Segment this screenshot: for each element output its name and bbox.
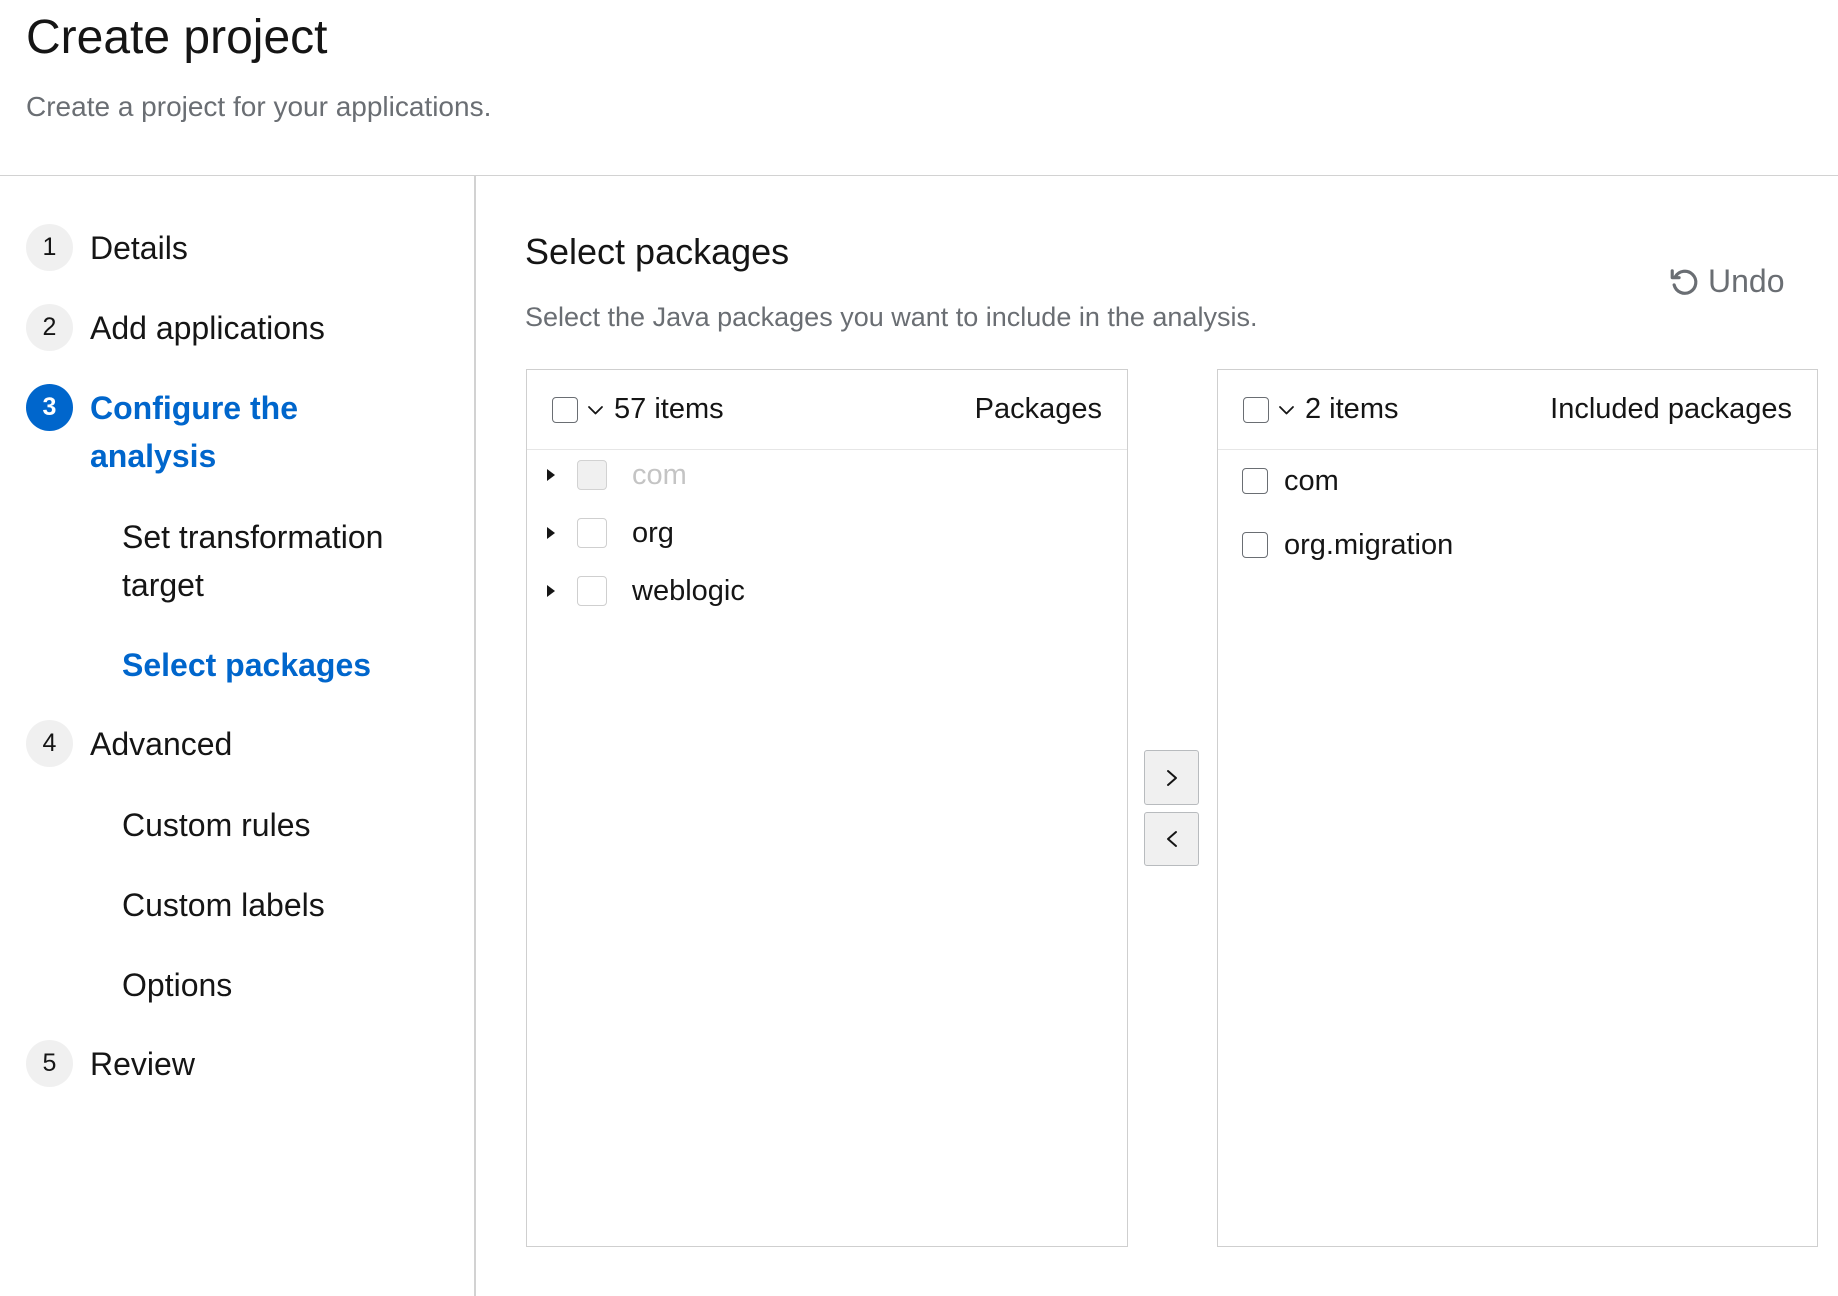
substep-label: Custom labels [122,887,325,923]
wizard-substep-set-transformation-target[interactable]: Set transformation target [0,513,470,609]
step-label: Details [90,230,188,266]
wizard-substep-options[interactable]: Options [0,961,470,1009]
included-count: 2 items [1305,393,1399,425]
angle-left-icon [1165,829,1179,849]
wizard-substep-custom-labels[interactable]: Custom labels [0,881,470,929]
section-title: Select packages [525,231,790,272]
page-title: Create project [26,11,328,64]
page-header: Create project Create a project for your… [0,0,1838,176]
available-count: 57 items [614,393,724,425]
caret-right-icon[interactable] [546,584,556,598]
caret-right-icon[interactable] [546,468,556,482]
undo-button[interactable]: Undo [1667,259,1785,303]
page-subtitle: Create a project for your applications. [26,91,492,122]
angle-right-icon [1165,768,1179,788]
caret-right-icon[interactable] [546,526,556,540]
step-label: Add applications [90,310,325,346]
step-label: Review [90,1046,195,1082]
list-item[interactable]: org.migration [1218,520,1817,570]
undo-label: Undo [1708,262,1785,299]
select-all-included-checkbox[interactable] [1243,396,1269,423]
step-number-badge: 3 [26,384,73,431]
step-number-badge: 5 [26,1040,73,1087]
chevron-down-icon[interactable] [587,404,604,416]
list-item-label: com [1284,464,1339,497]
included-pane-title: Included packages [1550,393,1792,425]
wizard-step-review[interactable]: 5 Review [0,1040,470,1088]
tree-item-checkbox [577,460,607,490]
step-label: Configure the analysis [90,390,298,474]
substep-label: Custom rules [122,807,311,843]
step-number-badge: 2 [26,304,73,351]
included-packages-pane: 2 items Included packages com org.migrat… [1217,369,1818,1247]
wizard-substep-select-packages[interactable]: Select packages [0,641,470,689]
section-description: Select the Java packages you want to inc… [525,302,1258,332]
list-item-checkbox[interactable] [1242,532,1268,558]
wizard-step-configure-analysis[interactable]: 3 Configure the analysis [0,384,470,480]
list-item-checkbox[interactable] [1242,468,1268,494]
tree-item-checkbox[interactable] [577,518,607,548]
wizard-step-details[interactable]: 1 Details [0,224,470,272]
substep-label: Options [122,967,233,1003]
tree-item-checkbox[interactable] [577,576,607,606]
remove-selected-button[interactable] [1144,812,1199,866]
tree-item-label: com [632,458,687,491]
wizard-step-advanced[interactable]: 4 Advanced [0,720,470,768]
select-all-available-checkbox[interactable] [552,396,578,423]
tree-item[interactable]: weblogic [527,566,1127,616]
substep-label: Select packages [122,647,372,683]
step-number-badge: 4 [26,720,73,767]
undo-icon [1667,265,1700,298]
available-packages-pane: 57 items Packages com org weblogic [526,369,1128,1247]
wizard-step-add-applications[interactable]: 2 Add applications [0,304,470,352]
tree-item: com [527,450,1127,500]
add-selected-button[interactable] [1144,750,1199,805]
tree-item-label: weblogic [632,574,745,607]
available-pane-title: Packages [974,393,1102,425]
wizard-nav: 1 Details 2 Add applications 3 Configure… [0,176,476,1296]
list-item-label: org.migration [1284,528,1454,561]
chevron-down-icon[interactable] [1278,404,1295,416]
package-tree: com org weblogic [527,450,1127,616]
tree-item-label: org [632,516,674,549]
available-pane-header: 57 items Packages [527,370,1127,450]
step-number-badge: 1 [26,224,73,271]
list-item[interactable]: com [1218,456,1817,506]
substep-label: Set transformation target [122,519,384,603]
included-pane-header: 2 items Included packages [1218,370,1817,450]
step-label: Advanced [90,726,233,762]
tree-item[interactable]: org [527,508,1127,558]
wizard-substep-custom-rules[interactable]: Custom rules [0,801,470,849]
included-list: com org.migration [1218,450,1817,570]
